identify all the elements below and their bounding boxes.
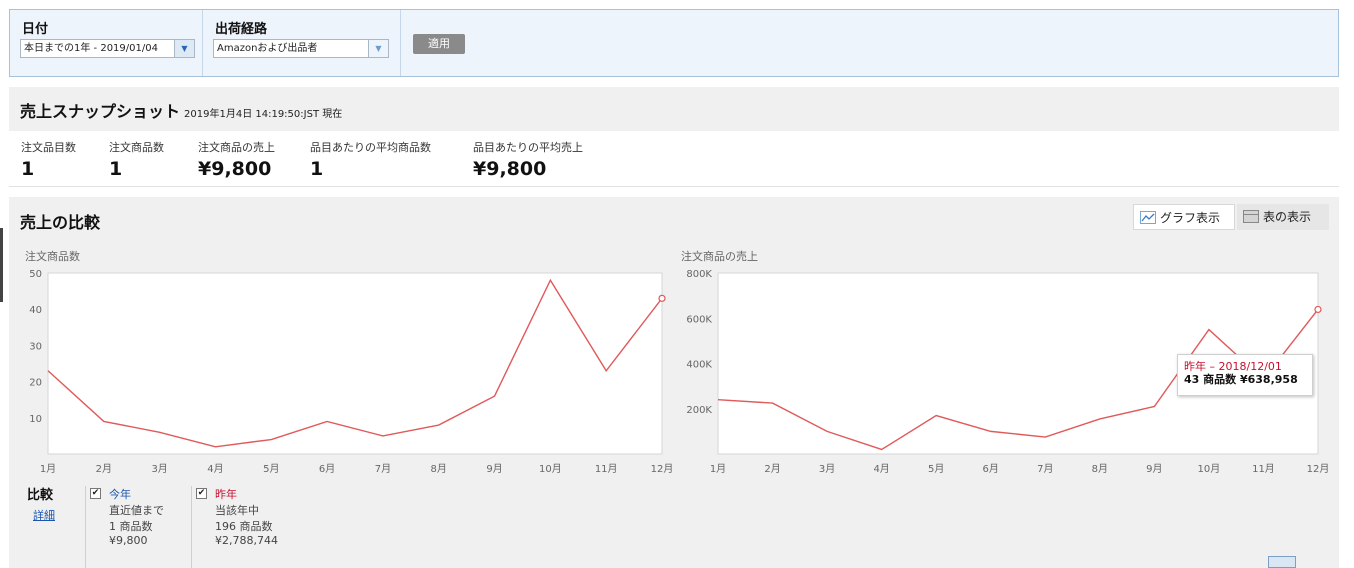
x-tick-label: 8月 <box>431 463 447 475</box>
this-year-sales: ¥9,800 <box>109 534 148 547</box>
x-tick-label: 7月 <box>375 463 391 475</box>
y-tick-label: 50 <box>29 269 42 280</box>
data-point <box>658 294 666 302</box>
x-tick-label: 4月 <box>207 463 223 475</box>
metric-value: ¥9,800 <box>198 158 272 180</box>
units-chart-svg: 注文商品数 10 20 30 40 50 1月 2月 3月 4月 5月 6月 7月 8月 9月 10月 11月 1… <box>25 249 674 475</box>
y-tick-label: 600K <box>686 314 712 325</box>
tooltip-date: 昨年 – 2018/12/01 <box>1184 360 1282 373</box>
x-tick-label: 1月 <box>40 463 56 475</box>
metric-value: ¥9,800 <box>473 158 547 180</box>
tooltip-value: 43 商品数 ¥638,958 <box>1184 373 1298 386</box>
x-tick-label: 5月 <box>263 463 279 475</box>
last-year-units: 196 商品数 <box>215 520 273 533</box>
snapshot-header: 売上スナップショット 2019年1月4日 14:19:50:JST 現在 <box>9 87 1339 131</box>
date-range-value: 本日までの1年 - 2019/01/04 <box>24 43 158 54</box>
y-tick-label: 400K <box>686 360 712 371</box>
table-icon <box>1243 210 1259 223</box>
x-tick-label: 8月 <box>1092 463 1108 475</box>
metric-label: 注文商品の売上 <box>198 141 275 154</box>
data-point <box>1314 305 1322 314</box>
x-tick-label: 6月 <box>319 463 335 475</box>
y-tick-label: 30 <box>29 341 42 352</box>
metric-units-ordered: 注文商品数 1 <box>109 139 164 180</box>
x-tick-label: 9月 <box>486 463 502 475</box>
chevron-down-icon[interactable]: ▼ <box>174 40 194 57</box>
snapshot-title: 売上スナップショット 2019年1月4日 14:19:50:JST 現在 <box>20 98 342 122</box>
graph-view-button[interactable]: グラフ表示 <box>1133 204 1235 230</box>
metric-label: 注文品目数 <box>21 141 76 154</box>
filter-bar: 日付 本日までの1年 - 2019/01/04 ▼ 出荷経路 Amazonおよび… <box>9 9 1339 77</box>
metric-label: 注文商品数 <box>109 141 164 154</box>
this-year-legend: ✔ 今年 直近値まで 1 商品数 ¥9,800 <box>85 486 193 568</box>
x-tick-label: 12月 <box>1307 463 1330 475</box>
y-tick-label: 800K <box>686 269 712 280</box>
detail-link[interactable]: 詳細 <box>33 507 55 523</box>
date-range-select[interactable]: 本日までの1年 - 2019/01/04 ▼ <box>20 39 195 58</box>
units-chart: 注文商品数 10 20 30 40 50 1月 2月 3月 4月 5月 6月 7月 8月 9月 10月 11月 1… <box>25 246 680 482</box>
snapshot-title-text: 売上スナップショット <box>20 102 181 121</box>
last-year-period: 当該年中 <box>215 504 259 517</box>
chart-title: 注文商品数 <box>25 249 80 263</box>
x-tick-label: 3月 <box>151 463 167 475</box>
metric-avg-units: 品目あたりの平均商品数 1 <box>310 139 431 180</box>
line-graph-icon <box>1140 211 1156 224</box>
x-tick-label: 9月 <box>1146 463 1162 475</box>
x-tick-label: 7月 <box>1037 463 1053 475</box>
x-tick-label: 1月 <box>710 463 726 475</box>
x-tick-label: 11月 <box>595 463 618 475</box>
comparison-label: 比較 <box>27 488 54 503</box>
channel-value: Amazonおよび出品者 <box>217 43 318 54</box>
metric-ordered-sales: 注文商品の売上 ¥9,800 <box>198 139 275 180</box>
chart-title: 注文商品の売上 <box>681 249 758 263</box>
metric-label: 品目あたりの平均売上 <box>473 141 583 154</box>
x-tick-label: 10月 <box>1198 463 1221 475</box>
metric-value: 1 <box>109 158 123 180</box>
x-tick-label: 12月 <box>651 463 674 475</box>
y-tick-label: 40 <box>29 305 42 316</box>
comparison-legend: 比較 詳細 ✔ 今年 直近値まで 1 商品数 ¥9,800 ✔ 昨年 当該年中 … <box>9 480 509 568</box>
metric-order-items: 注文品目数 1 <box>21 139 76 180</box>
x-tick-label: 10月 <box>539 463 562 475</box>
side-feedback-tab[interactable] <box>0 228 3 302</box>
date-filter-group: 日付 本日までの1年 - 2019/01/04 ▼ <box>10 10 203 76</box>
this-year-checkbox[interactable]: ✔ <box>90 488 101 499</box>
last-year-sales: ¥2,788,744 <box>215 534 278 547</box>
channel-filter-group: 出荷経路 Amazonおよび出品者 ▼ <box>203 10 401 76</box>
plot-area <box>47 272 663 455</box>
snapshot-timestamp: 2019年1月4日 14:19:50:JST 現在 <box>184 109 343 120</box>
metric-label: 品目あたりの平均商品数 <box>310 141 431 154</box>
y-tick-label: 20 <box>29 378 42 389</box>
apply-button[interactable]: 適用 <box>413 34 465 54</box>
snapshot-metrics: 注文品目数 1 注文商品数 1 注文商品の売上 ¥9,800 品目あたりの平均商… <box>9 131 1339 187</box>
chevron-down-icon[interactable]: ▼ <box>368 40 388 57</box>
comparison-title: 売上の比較 <box>20 213 101 232</box>
last-year-name: 昨年 <box>215 488 237 501</box>
channel-filter-label: 出荷経路 <box>215 22 268 37</box>
last-year-legend: ✔ 昨年 当該年中 196 商品数 ¥2,788,744 <box>191 486 301 568</box>
graph-view-label: グラフ表示 <box>1160 211 1221 225</box>
channel-select[interactable]: Amazonおよび出品者 ▼ <box>213 39 389 58</box>
table-view-label: 表の表示 <box>1263 210 1312 224</box>
x-tick-label: 3月 <box>819 463 835 475</box>
y-tick-label: 10 <box>29 414 42 425</box>
date-filter-label: 日付 <box>22 22 49 37</box>
y-tick-label: 200K <box>686 405 712 416</box>
this-year-name: 今年 <box>109 488 131 501</box>
chart-tooltip: 昨年 – 2018/12/01 43 商品数 ¥638,958 <box>1177 354 1313 396</box>
x-tick-label: 11月 <box>1252 463 1275 475</box>
this-year-period: 直近値まで <box>109 504 164 517</box>
metric-value: 1 <box>21 158 35 180</box>
x-tick-label: 5月 <box>928 463 944 475</box>
metric-avg-sales: 品目あたりの平均売上 ¥9,800 <box>473 139 583 180</box>
window-icon[interactable] <box>1268 556 1296 568</box>
this-year-units: 1 商品数 <box>109 520 153 533</box>
x-tick-label: 4月 <box>873 463 889 475</box>
x-tick-label: 2月 <box>96 463 112 475</box>
last-year-checkbox[interactable]: ✔ <box>196 488 207 499</box>
metric-value: 1 <box>310 158 324 180</box>
x-tick-label: 6月 <box>983 463 999 475</box>
x-tick-label: 2月 <box>764 463 780 475</box>
table-view-button[interactable]: 表の表示 <box>1237 204 1329 230</box>
